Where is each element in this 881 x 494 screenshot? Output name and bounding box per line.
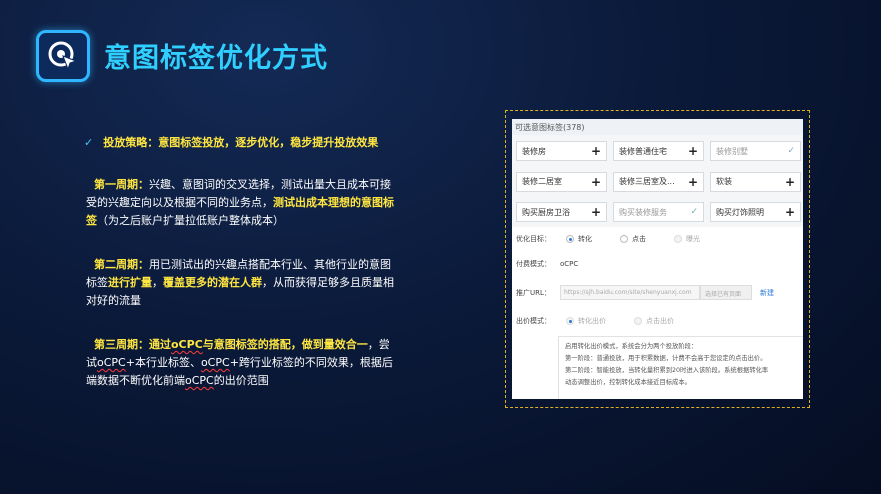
target-cursor-icon: [48, 41, 78, 71]
billing-value: oCPC: [560, 260, 579, 268]
existing-page-select[interactable]: 选择已有页面: [700, 285, 752, 300]
phase-two-highlight-expand: 进行扩量: [108, 276, 152, 289]
strategy-text: 投放策略：意图标签投放，逐步优化，稳步提升投放效果: [103, 136, 379, 149]
tag-grid: 装修房 + 装修普通住宅 + 装修别墅 ✓ 装修二居室 + 装修三居室及... + 软装 +…: [512, 135, 803, 227]
tag-item-added[interactable]: 装修别墅 ✓: [710, 141, 801, 161]
phase-two-label: 第二周期：: [94, 258, 149, 271]
bid-mode-description: 启用转化出价模式，系统会分为两个投放阶段： 第一阶段：普通投放，用于积累数据，计…: [558, 336, 803, 399]
phase-one-paragraph: 第一周期：兴趣、意图词的交叉选择，测试出量大且成本可接受的兴趣定向以及根据不同的…: [86, 176, 396, 230]
billing-label: 付费模式：: [516, 260, 551, 268]
phase-three-kw4: oCPC: [185, 374, 214, 387]
url-label: 推广URL：: [516, 288, 551, 297]
optimization-goal-row: 优化目标： 转化 点击 曝光: [516, 235, 700, 243]
goal-radio-conversion[interactable]: [566, 235, 574, 243]
check-icon: ✓: [84, 136, 94, 149]
ad-settings-screenshot: 可选意图标签(378) 装修房 + 装修普通住宅 + 装修别墅 ✓ 装修二居室 + 装修…: [512, 119, 803, 399]
new-page-link[interactable]: 新建: [760, 288, 774, 298]
goal-radio-impression[interactable]: [674, 235, 682, 243]
add-icon[interactable]: +: [591, 175, 601, 189]
check-icon: ✓: [690, 207, 698, 218]
phase-three-kw1: oCPC: [171, 338, 203, 351]
available-tags-header: 可选意图标签(378): [512, 119, 803, 135]
tag-item[interactable]: 购买灯饰照明 +: [710, 202, 801, 223]
goal-radio-click[interactable]: [620, 235, 628, 243]
page-title: 意图标签优化方式: [104, 43, 328, 74]
phase-three-kw3: oCPC: [200, 356, 230, 369]
tag-item[interactable]: 装修普通住宅 +: [613, 141, 704, 161]
add-icon[interactable]: +: [785, 205, 795, 219]
add-icon[interactable]: +: [785, 175, 795, 189]
tag-item[interactable]: 装修房 +: [516, 141, 607, 161]
strategy-line: ✓ 投放策略：意图标签投放，逐步优化，稳步提升投放效果: [84, 134, 378, 150]
phase-three-text4: 的出价范围: [213, 374, 269, 387]
phase-three-paragraph: 第三周期：通过oCPC与意图标签的搭配，做到量效合一，尝试oCPC+本行业标签、…: [86, 336, 396, 390]
phase-three-label: 第三周期：通过: [94, 338, 171, 351]
add-icon[interactable]: +: [688, 144, 698, 158]
phase-one-label: 第一周期：: [94, 178, 149, 191]
bid-radio-conversion[interactable]: [566, 317, 574, 325]
tag-item[interactable]: 装修三居室及... +: [613, 171, 704, 192]
phase-three-text2: +本行业标签、: [125, 356, 201, 369]
bid-label: 出价模式：: [516, 317, 551, 325]
billing-mode-row: 付费模式： oCPC: [516, 259, 578, 269]
tag-item[interactable]: 购买厨房卫浴 +: [516, 202, 607, 223]
add-icon[interactable]: +: [591, 205, 601, 219]
promo-url-row: 推广URL： https://sjh.baidu.com/site/shenyu…: [516, 285, 774, 300]
goal-label: 优化目标：: [516, 235, 551, 243]
phase-two-paragraph: 第二周期：用已测试出的兴趣点搭配本行业、其他行业的意图标签进行扩量，覆盖更多的潜…: [86, 256, 396, 310]
phase-three-label2: 与意图标签的搭配，做到量效合一: [202, 338, 368, 351]
header-logo-icon: [36, 30, 90, 82]
tag-item-added[interactable]: 购买装修服务 ✓: [613, 202, 704, 223]
phase-two-highlight-cover: 覆盖更多的潜在人群: [163, 276, 262, 289]
add-icon[interactable]: +: [688, 175, 698, 189]
phase-three-kw2: oCPC: [97, 356, 126, 369]
tag-item[interactable]: 软装 +: [710, 171, 801, 192]
bid-radio-click[interactable]: [634, 317, 642, 325]
tag-item[interactable]: 装修二居室 +: [516, 171, 607, 192]
phase-two-comma: ，: [152, 276, 163, 289]
phase-one-note: （为之后账户扩量拉低账户整体成本）: [97, 214, 284, 227]
add-icon[interactable]: +: [591, 144, 601, 158]
url-input[interactable]: https://sjh.baidu.com/site/shenyuanxj.co…: [560, 285, 700, 300]
check-icon: ✓: [787, 146, 795, 156]
bid-mode-row: 出价模式： 转化出价 点击出价: [516, 317, 674, 325]
